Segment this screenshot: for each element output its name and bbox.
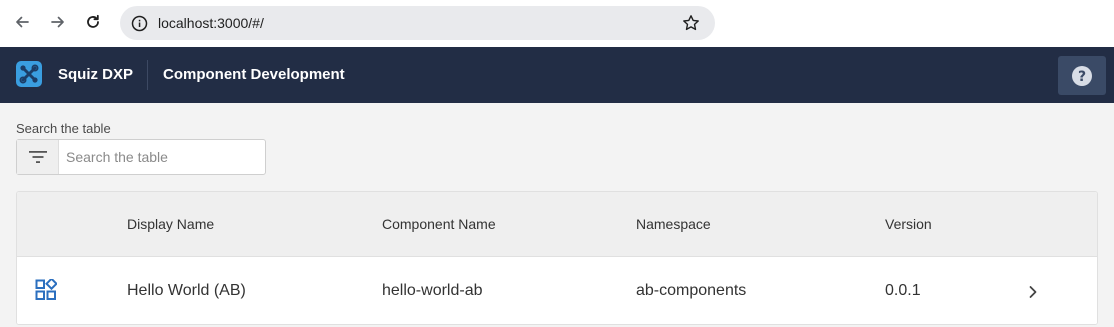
bookmark-star-icon[interactable] [681,13,701,33]
cell-display-name: Hello World (AB) [127,282,246,299]
filter-icon[interactable] [17,140,59,174]
search-field[interactable] [16,139,266,175]
search-label: Search the table [16,121,111,136]
brand-name: Squiz DXP [58,66,134,83]
chevron-right-icon[interactable] [1023,282,1043,302]
table-header: Display Name Component Name Namespace Ve… [17,192,1097,257]
cell-version: 0.0.1 [885,282,921,299]
back-arrow-icon[interactable] [9,9,35,35]
browser-toolbar: localhost:3000/#/ [0,0,1114,47]
components-table: Display Name Component Name Namespace Ve… [16,191,1098,325]
header-divider [147,60,148,90]
component-icon [35,279,57,300]
column-header-display-name[interactable]: Display Name [127,215,214,233]
cell-namespace: ab-components [636,282,747,299]
page-title: Component Development [163,66,345,83]
site-info-icon[interactable] [130,14,148,32]
forward-arrow-icon[interactable] [45,9,71,35]
table-row[interactable]: Hello World (AB) hello-world-ab ab-compo… [17,257,1097,324]
help-button[interactable]: ? [1058,56,1106,95]
url-text[interactable]: localhost:3000/#/ [158,14,264,32]
column-header-namespace[interactable]: Namespace [636,215,711,233]
search-input[interactable] [59,140,265,174]
column-header-version[interactable]: Version [885,215,932,233]
reload-icon[interactable] [80,9,106,35]
cell-component-name: hello-world-ab [382,282,483,299]
help-icon: ? [1072,65,1092,86]
squiz-logo-icon [16,61,42,87]
column-header-component-name[interactable]: Component Name [382,215,496,233]
address-bar[interactable]: localhost:3000/#/ [120,6,715,40]
app-header: Squiz DXP Component Development ? [0,47,1114,103]
svg-text:?: ? [1078,69,1086,85]
